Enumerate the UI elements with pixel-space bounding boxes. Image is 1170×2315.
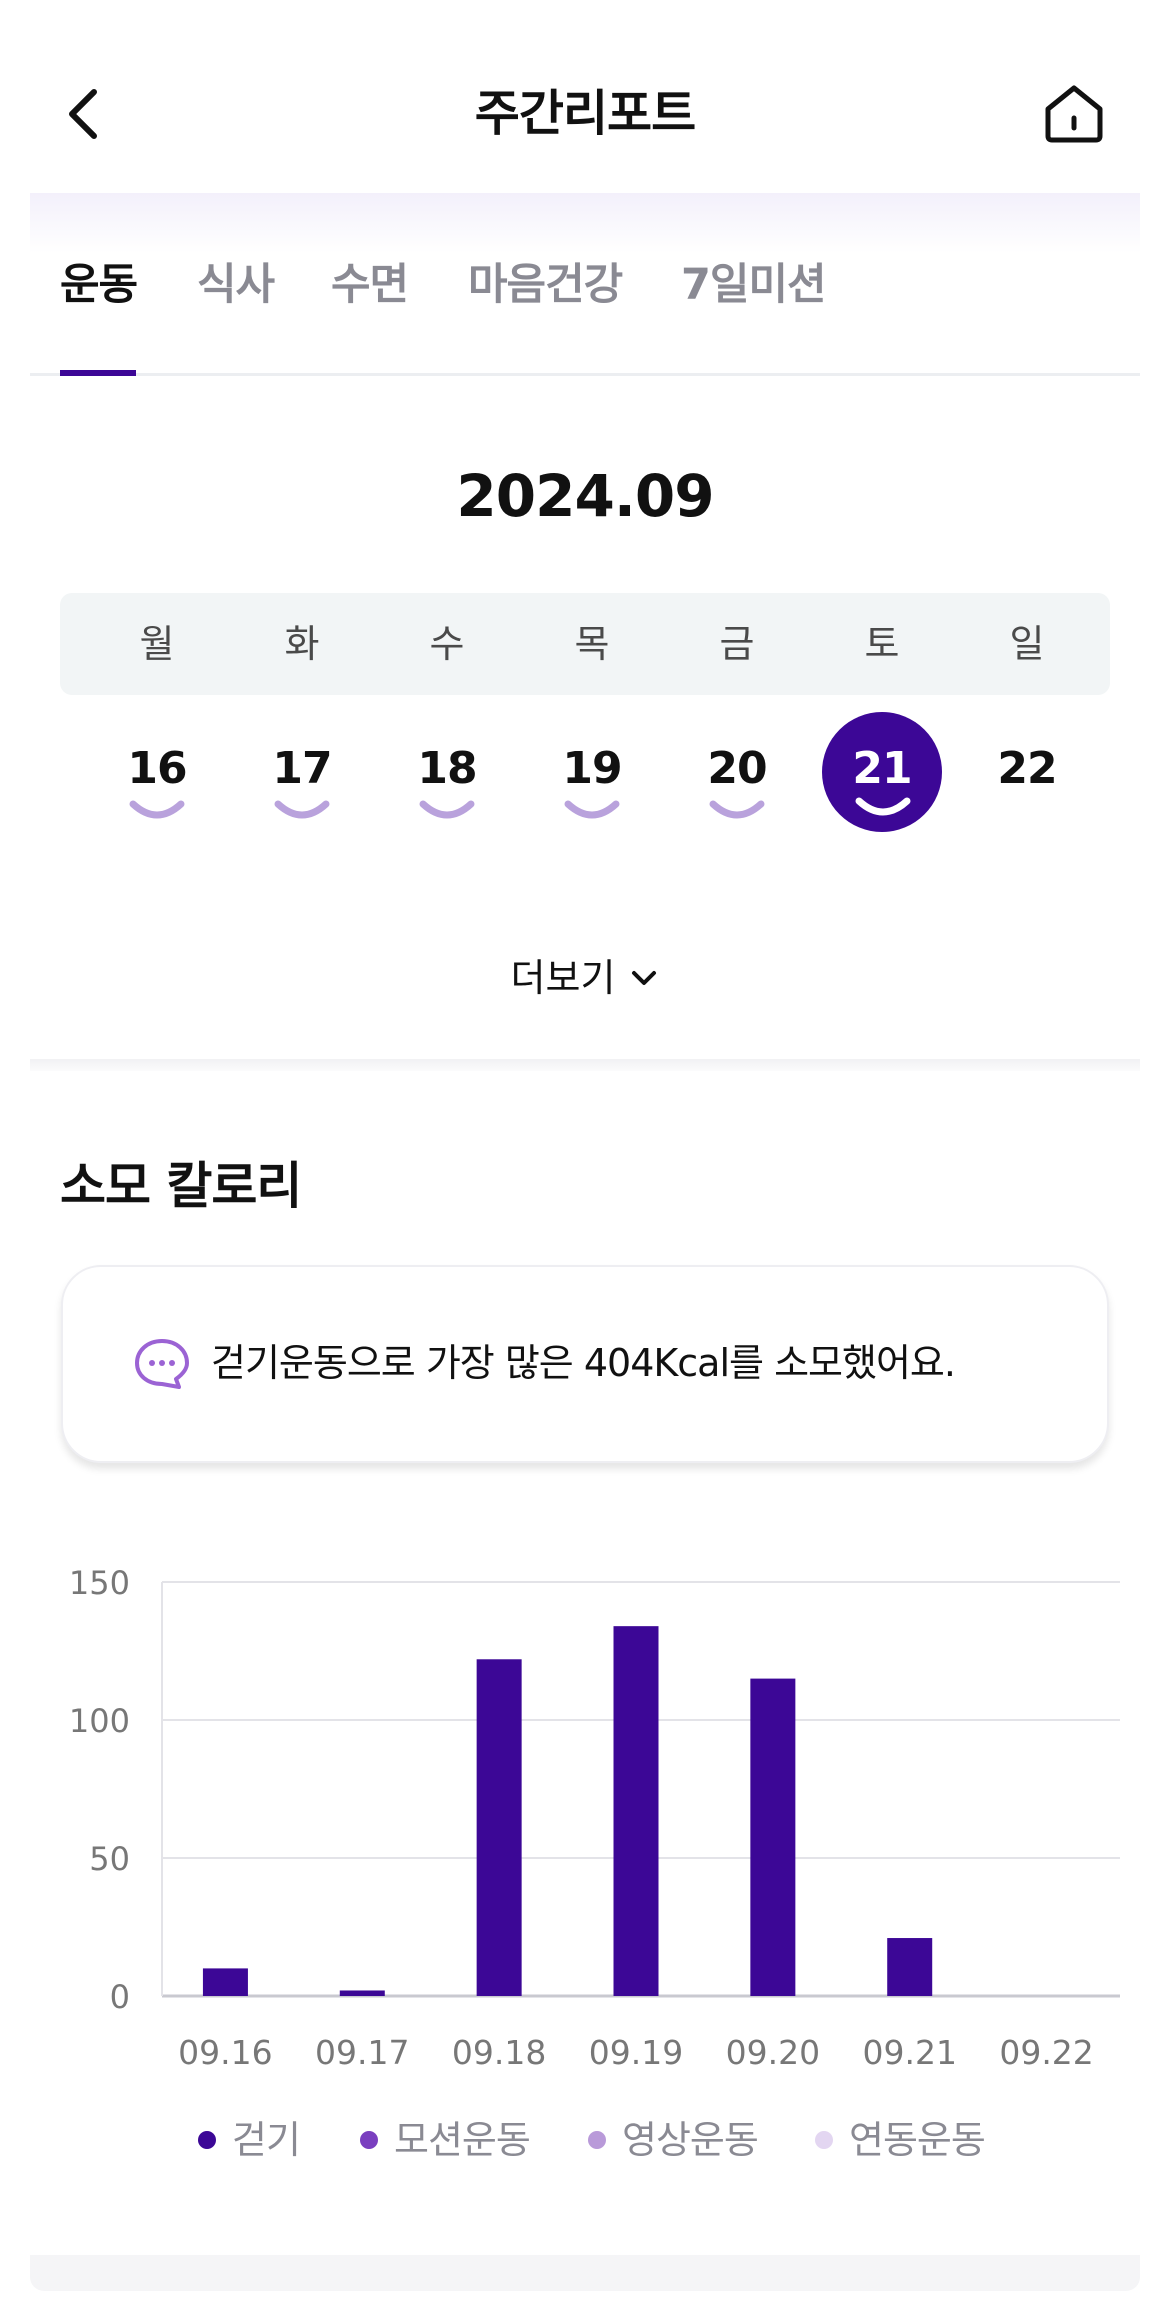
day-number: 19 <box>562 743 622 794</box>
y-tick-label: 100 <box>69 1702 130 1740</box>
legend-label: 영상운동 <box>622 2118 759 2162</box>
month-label: 2024.09 <box>456 462 714 530</box>
legend-dot <box>360 2131 378 2149</box>
legend-label: 걷기 <box>232 2118 301 2162</box>
chart-legend: 걷기 모션운동 영상운동 연동운동 <box>0 2110 1170 2170</box>
x-tick-label: 09.16 <box>178 2033 272 2072</box>
y-tick-label: 50 <box>89 1840 130 1878</box>
weekday-label: 월 <box>139 622 175 666</box>
day-number: 16 <box>127 743 187 794</box>
weekday-label: 금 <box>719 622 755 666</box>
chart-bar <box>339 1990 385 1996</box>
home-button[interactable] <box>1040 78 1108 150</box>
section-divider <box>30 1059 1140 1071</box>
legend-item: 모션운동 <box>360 2110 531 2170</box>
x-tick-label: 09.20 <box>726 2033 820 2072</box>
smile-icon <box>129 800 185 819</box>
section-title: 소모 칼로리 <box>60 1157 302 1215</box>
x-tick-label: 09.17 <box>315 2033 409 2072</box>
weekday-label: 수 <box>429 622 465 666</box>
calendar-day[interactable]: 18 <box>387 712 507 832</box>
legend-label: 모션운동 <box>394 2118 531 2162</box>
x-tick-label: 09.22 <box>999 2033 1093 2072</box>
weekday-label: 토 <box>864 622 900 666</box>
calendar-day-selected[interactable]: 21 <box>822 712 942 832</box>
smile-icon <box>709 800 765 819</box>
smile-icon <box>855 797 911 816</box>
chart-bar <box>476 1659 522 1996</box>
smile-icon <box>419 800 475 819</box>
tab-meal[interactable]: 식사 <box>197 253 275 317</box>
legend-dot <box>588 2131 606 2149</box>
weekday-label: 일 <box>1009 622 1045 666</box>
chart-bar <box>887 1938 933 1996</box>
legend-dot <box>198 2131 216 2149</box>
legend-item: 연동운동 <box>815 2110 986 2170</box>
tab-7day-mission[interactable]: 7일미션 <box>681 253 827 317</box>
day-number: 18 <box>417 743 477 794</box>
legend-dot <box>815 2131 833 2149</box>
calendar-day[interactable]: 17 <box>242 712 362 832</box>
chart-bar <box>613 1626 659 1996</box>
smile-icon <box>274 800 330 819</box>
calendar-day[interactable]: 22 <box>967 712 1087 832</box>
chart-bar <box>750 1678 796 1996</box>
insight-card: 걷기운동으로 가장 많은 404Kcal를 소모했어요. <box>61 1265 1109 1463</box>
bottom-section-edge <box>30 2255 1140 2291</box>
tab-sleep[interactable]: 수면 <box>331 253 409 317</box>
x-tick-label: 09.21 <box>862 2033 956 2072</box>
home-icon <box>1045 85 1103 143</box>
chart-bar <box>202 1968 248 1996</box>
page-title: 주간리포트 <box>474 85 696 142</box>
insight-message: 걷기운동으로 가장 많은 404Kcal를 소모했어요. <box>211 1341 956 1385</box>
header: 주간리포트 <box>0 0 1170 193</box>
calendar-day[interactable]: 16 <box>97 712 217 832</box>
day-number: 20 <box>707 743 767 794</box>
day-number: 17 <box>272 743 332 794</box>
chat-bubble-icon <box>135 1339 189 1389</box>
tab-exercise[interactable]: 운동 <box>60 253 138 317</box>
calendar-day[interactable]: 19 <box>532 712 652 832</box>
active-tab-indicator <box>60 370 136 376</box>
weekday-label: 목 <box>574 622 610 666</box>
more-button[interactable]: 더보기 <box>0 950 1170 1006</box>
x-tick-label: 09.18 <box>452 2033 546 2072</box>
day-number: 21 <box>852 743 912 794</box>
y-tick-label: 0 <box>110 1978 130 2016</box>
smile-icon <box>564 800 620 819</box>
category-tabs: 운동 식사 수면 마음건강 7일미션 <box>30 193 1140 376</box>
chart-svg: 0 50 100 150 09.16 09.17 09.18 09.19 09.20 09.21 0… <box>69 1564 1120 2072</box>
weekday-label: 화 <box>284 622 320 666</box>
legend-item: 걷기 <box>198 2110 301 2170</box>
y-tick-label: 150 <box>69 1564 130 1602</box>
legend-label: 연동운동 <box>849 2118 986 2162</box>
day-number: 22 <box>997 743 1057 794</box>
chevron-down-icon <box>632 971 657 985</box>
x-tick-label: 09.19 <box>589 2033 683 2072</box>
calendar-day[interactable]: 20 <box>677 712 797 832</box>
weekday-header: 월 화 수 목 금 토 일 <box>60 593 1110 695</box>
tab-mental-health[interactable]: 마음건강 <box>468 253 623 317</box>
more-label: 더보기 <box>510 956 616 1000</box>
legend-item: 영상운동 <box>588 2110 759 2170</box>
